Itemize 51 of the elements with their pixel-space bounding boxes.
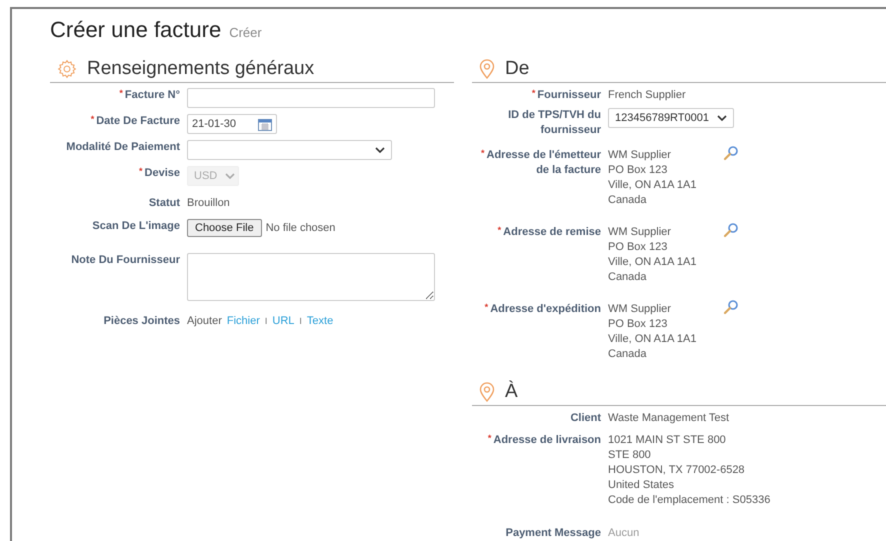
field-value: Brouillon: [187, 196, 230, 211]
field-label: $^{*}$ Adresse d'expédition: [484, 303, 601, 315]
choose-file-button[interactable]: Choose File: [187, 219, 262, 237]
location-pin-icon: [479, 59, 495, 79]
search-icon[interactable]: [723, 222, 740, 238]
field-label: Pièces Jointes: [104, 315, 180, 327]
location-pin-icon: [479, 382, 495, 402]
field-value: Aucun: [608, 526, 640, 541]
file-status: No file chosen: [266, 220, 336, 236]
field-label: Payment Message: [506, 527, 601, 539]
field-label: $^{*}$ Adresse de remise: [498, 226, 601, 238]
add-label: Ajouter: [187, 314, 222, 329]
field-label: $^{*}$ Adresse de livraison: [488, 434, 601, 446]
section-title: De: [505, 56, 530, 81]
field-label: $^{*}$ Facture N°: [119, 89, 180, 101]
section-title: Renseignements généraux: [87, 56, 314, 81]
field-label: ID de TPS/TVH du fournisseur: [508, 109, 601, 136]
field-label: $^{*}$ Devise: [139, 167, 180, 179]
attachment-link[interactable]: Texte: [306, 314, 334, 329]
attachment-link[interactable]: Fichier: [226, 314, 260, 329]
calendar-icon[interactable]: [258, 118, 272, 130]
chevron-icon: [375, 147, 385, 153]
field-label: Client: [570, 412, 601, 424]
chevron-icon: [225, 173, 236, 179]
field-label: $^{*}$ Adresse de l'émetteur de la facture: [480, 149, 601, 176]
separator: I: [299, 315, 302, 328]
field-label: $^{*}$ Date De Facture: [90, 115, 180, 127]
dropdown-field[interactable]: [187, 140, 392, 160]
field-label: Statut: [148, 197, 180, 209]
gear-icon: [57, 59, 77, 79]
text-input-field[interactable]: [187, 88, 435, 108]
page-title: Créer une facture: [50, 16, 222, 44]
field-label: Note Du Fournisseur: [71, 254, 180, 266]
address-text: WM Supplier PO Box 123 Ville, ON A1A 1A1 Canada: [608, 302, 696, 362]
address-text: WM Supplier PO Box 123 Ville, ON A1A 1A1 Canada: [608, 225, 696, 285]
field-value: Waste Management Test: [608, 411, 730, 426]
chevron-icon: [717, 115, 727, 121]
attachment-link[interactable]: URL: [272, 314, 294, 329]
address-text: WM Supplier PO Box 123 Ville, ON A1A 1A1 Canada: [608, 148, 696, 208]
page-subtitle: Créer: [229, 24, 262, 42]
field-label: Modalité De Paiement: [66, 141, 180, 153]
address-text: 1021 MAIN ST STE 800 STE 800 HOUSTON, TX 77002-6528 United States Code de l'emplacement : S05336: [608, 433, 770, 508]
date-field[interactable]: 21-01-30: [187, 114, 277, 134]
dropdown-field[interactable]: 123456789RT0001: [608, 108, 734, 128]
separator: I: [264, 315, 268, 328]
search-icon[interactable]: [723, 145, 740, 161]
field-label: $^{*}$ Fournisseur: [532, 89, 601, 101]
field-label: Scan De L'image: [92, 220, 180, 232]
section-title: À: [505, 380, 518, 404]
search-icon[interactable]: [723, 299, 740, 315]
field-value: French Supplier: [608, 88, 686, 103]
